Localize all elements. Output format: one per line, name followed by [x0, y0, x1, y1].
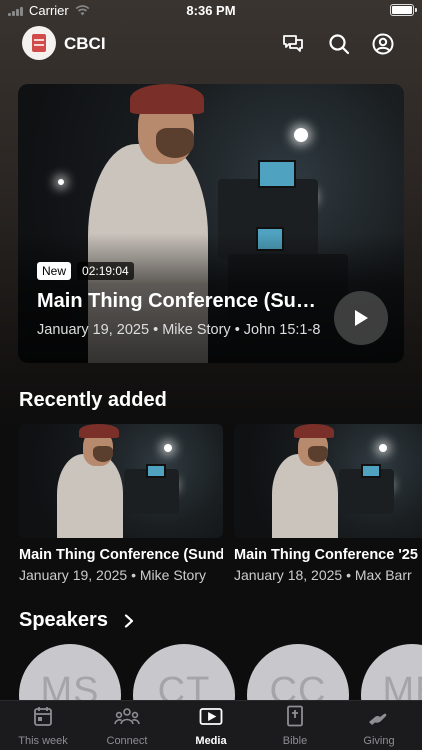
recently-added-heading: Recently added [19, 389, 167, 411]
hero-title: Main Thing Conference (Sunday) [37, 290, 327, 312]
speaker-avatar[interactable]: CT [133, 644, 235, 700]
tab-bible[interactable]: Bible [253, 701, 337, 750]
duration-badge: 02:19:04 [77, 262, 134, 280]
tab-label: Giving [363, 735, 395, 747]
tab-connect[interactable]: Connect [85, 701, 169, 750]
tab-media[interactable]: Media [169, 701, 253, 750]
media-card[interactable]: Main Thing Conference (Sunday) January 1… [19, 424, 223, 583]
tab-label: Connect [106, 735, 148, 747]
status-time: 8:36 PM [186, 3, 236, 18]
tab-label: Bible [282, 735, 308, 747]
chevron-right-icon [124, 613, 134, 628]
media-thumbnail [234, 424, 422, 538]
battery-icon [390, 4, 417, 16]
media-card-title: Main Thing Conference (Sunday) [19, 547, 223, 563]
speaker-avatar[interactable]: MS [19, 644, 121, 700]
tab-label: Media [195, 735, 227, 747]
chat-icon[interactable] [281, 32, 305, 56]
hand-icon [369, 713, 387, 725]
church-logo[interactable] [22, 26, 56, 60]
account-icon[interactable] [371, 32, 395, 56]
play-icon [355, 310, 368, 326]
recently-added-list: Main Thing Conference (Sunday) January 1… [19, 424, 422, 584]
search-icon[interactable] [327, 32, 351, 56]
play-button[interactable] [334, 291, 388, 345]
tab-this-week[interactable]: This week [1, 701, 85, 750]
tab-label: This week [18, 735, 68, 747]
people-icon [114, 708, 140, 725]
speakers-list: MS CT CC MB [19, 644, 422, 700]
speakers-header[interactable]: Speakers [19, 609, 134, 632]
bible-icon [287, 705, 303, 727]
tab-giving[interactable]: Giving [337, 701, 421, 750]
app-name: CBCI [64, 34, 106, 53]
play-screen-icon [199, 708, 223, 725]
featured-media-card[interactable]: New 02:19:04 Main Thing Conference (Sund… [18, 84, 404, 363]
media-card-title: Main Thing Conference '25 [234, 547, 418, 563]
tab-bar: This week Connect Media Bible Giving [0, 700, 422, 750]
media-card[interactable]: Main Thing Conference '25 January 18, 20… [234, 424, 422, 583]
media-thumbnail [19, 424, 223, 538]
speaker-avatar[interactable]: MB [361, 644, 422, 700]
speakers-heading: Speakers [19, 609, 108, 631]
calendar-icon [34, 707, 52, 726]
media-card-meta: January 19, 2025 • Mike Story [19, 567, 206, 583]
new-badge: New [37, 262, 72, 280]
hero-badges: New 02:19:04 [37, 262, 134, 280]
speaker-avatar[interactable]: CC [247, 644, 349, 700]
status-bar: Carrier 8:36 PM [0, 0, 422, 22]
media-card-meta: January 18, 2025 • Max Barr [234, 567, 412, 583]
hero-meta: January 19, 2025 • Mike Story • John 15:… [37, 322, 321, 338]
app-header: CBCI [0, 26, 422, 62]
